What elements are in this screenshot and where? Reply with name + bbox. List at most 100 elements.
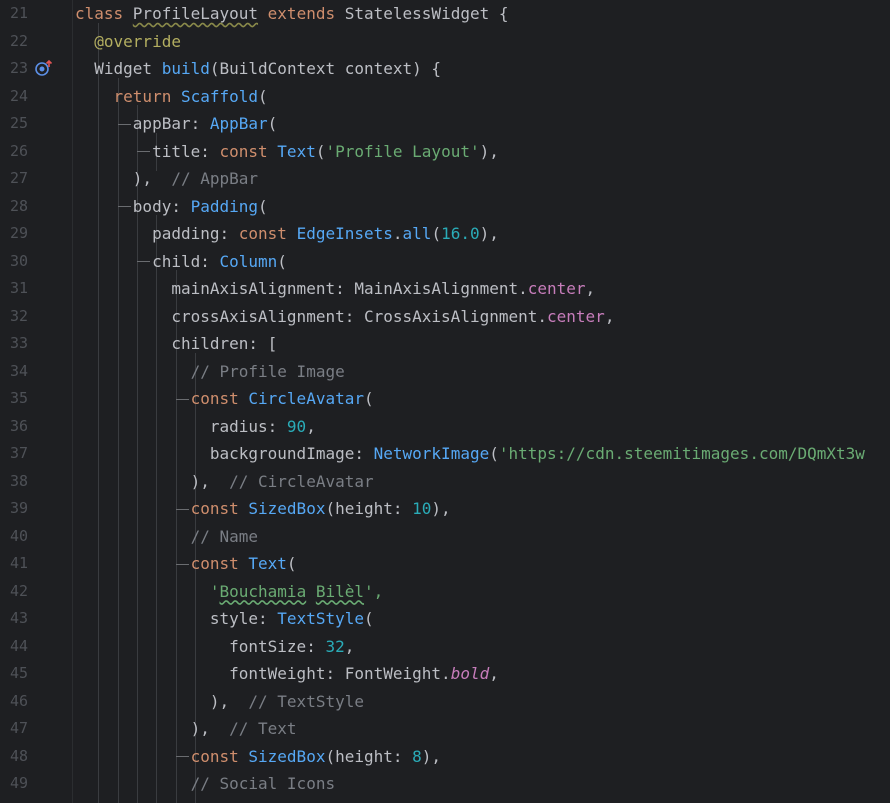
line-number[interactable]: 22 xyxy=(0,28,28,56)
code-token: (height: xyxy=(325,746,413,766)
line-number[interactable]: 26 xyxy=(0,138,28,166)
code-line[interactable]: const SizedBox(height: 10), xyxy=(75,495,451,523)
code-line[interactable]: style: TextStyle( xyxy=(75,605,374,633)
code-line[interactable]: return Scaffold( xyxy=(75,83,268,111)
line-number[interactable]: 30 xyxy=(0,248,28,276)
line-number[interactable]: 28 xyxy=(0,193,28,221)
code-token: ), xyxy=(75,471,230,491)
code-line[interactable]: ), // Text xyxy=(75,715,297,743)
code-token: CircleAvatar xyxy=(248,389,364,408)
line-number[interactable]: 33 xyxy=(0,330,28,358)
code-token: ProfileLayout xyxy=(132,4,259,23)
line-number[interactable]: 31 xyxy=(0,275,28,303)
code-token: Padding xyxy=(190,196,259,216)
line-number[interactable]: 41 xyxy=(0,550,28,578)
line-number[interactable]: 27 xyxy=(0,165,28,193)
line-number[interactable]: 49 xyxy=(0,770,28,798)
code-token: ( xyxy=(258,196,268,216)
line-number[interactable]: 44 xyxy=(0,633,28,661)
code-line[interactable]: children: [ xyxy=(75,330,277,358)
code-token: ( xyxy=(431,224,442,243)
code-line[interactable]: ), // CircleAvatar xyxy=(75,468,374,496)
line-number[interactable]: 34 xyxy=(0,358,28,386)
line-number[interactable]: 37 xyxy=(0,440,28,468)
code-token: class xyxy=(75,4,133,23)
code-token: build xyxy=(161,59,210,78)
code-line[interactable]: body: Padding( xyxy=(75,193,268,221)
code-token: // AppBar xyxy=(171,169,259,188)
code-line[interactable]: fontWeight: FontWeight.bold, xyxy=(75,660,499,688)
code-token: Bouchamia xyxy=(219,581,307,601)
line-number[interactable]: 47 xyxy=(0,715,28,743)
code-token: AppBar xyxy=(209,114,268,133)
line-number[interactable]: 21 xyxy=(0,0,28,28)
code-token: backgroundImage: xyxy=(75,444,374,463)
code-line[interactable]: mainAxisAlignment: MainAxisAlignment.cen… xyxy=(75,275,595,303)
code-token: ), xyxy=(75,719,230,738)
code-token: // Social Icons xyxy=(190,774,336,793)
code-line[interactable]: Widget build(BuildContext context) { xyxy=(75,55,441,83)
code-line[interactable]: @override xyxy=(75,28,181,56)
code-line[interactable]: appBar: AppBar( xyxy=(75,110,278,138)
code-token: 10 xyxy=(412,499,432,518)
code-line[interactable]: padding: const EdgeInsets.all(16.0), xyxy=(75,220,499,248)
code-line[interactable]: const Text( xyxy=(75,550,297,578)
code-token: // TextStyle xyxy=(248,691,364,711)
line-number[interactable]: 35 xyxy=(0,385,28,413)
line-number[interactable]: 38 xyxy=(0,468,28,496)
code-token: ( xyxy=(267,114,278,133)
code-token: (BuildContext context) { xyxy=(209,59,442,78)
line-number[interactable]: 42 xyxy=(0,578,28,606)
code-token: Column xyxy=(219,251,278,271)
code-line[interactable]: const SizedBox(height: 8), xyxy=(75,743,441,771)
line-number[interactable]: 25 xyxy=(0,110,28,138)
code-token: style: xyxy=(75,609,278,628)
line-number[interactable]: 45 xyxy=(0,660,28,688)
code-line[interactable]: ), // AppBar xyxy=(75,165,258,193)
code-token: center xyxy=(547,306,605,326)
code-line[interactable]: 'Bouchamia Bilèl', xyxy=(75,578,383,606)
code-token: all xyxy=(402,224,432,243)
code-token: ', xyxy=(364,581,384,601)
code-line[interactable]: title: const Text('Profile Layout'), xyxy=(75,138,499,166)
code-token: ( xyxy=(277,251,287,271)
code-line[interactable]: class ProfileLayout extends StatelessWid… xyxy=(75,0,509,28)
line-number[interactable]: 24 xyxy=(0,83,28,111)
line-number[interactable]: 32 xyxy=(0,303,28,331)
code-line[interactable]: // Social Icons xyxy=(75,770,336,798)
line-number[interactable]: 46 xyxy=(0,688,28,716)
code-token: SizedBox xyxy=(248,499,326,518)
override-method-icon[interactable] xyxy=(34,55,54,83)
code-token: ), xyxy=(479,141,499,161)
code-token: return xyxy=(113,86,181,106)
code-line[interactable]: // Name xyxy=(75,523,258,551)
line-number[interactable]: 48 xyxy=(0,743,28,771)
line-number[interactable]: 43 xyxy=(0,605,28,633)
code-token: ( xyxy=(489,444,499,463)
code-line[interactable]: // Profile Image xyxy=(75,358,345,386)
code-token: appBar: xyxy=(75,114,210,133)
code-token: extends xyxy=(258,4,345,23)
line-number[interactable]: 23 xyxy=(0,55,28,83)
code-token: ( xyxy=(258,86,268,106)
line-number[interactable]: 39 xyxy=(0,495,28,523)
code-line[interactable]: crossAxisAlignment: CrossAxisAlignment.c… xyxy=(75,303,614,331)
code-line[interactable]: ), // TextStyle xyxy=(75,688,364,716)
code-line[interactable]: radius: 90, xyxy=(75,413,316,441)
line-number[interactable]: 40 xyxy=(0,523,28,551)
code-line[interactable]: const CircleAvatar( xyxy=(75,385,374,413)
code-token: bold xyxy=(450,664,490,683)
code-token: mainAxisAlignment: MainAxisAlignment. xyxy=(75,279,528,298)
line-number[interactable]: 36 xyxy=(0,413,28,441)
line-number-gutter[interactable]: 21 22 23 24 25 26 27 28 29 30 31 32 33 34 35 36 37 38 39 40… xyxy=(0,0,72,803)
code-editor[interactable]: 21 22 23 24 25 26 27 28 29 30 31 32 33 34 35 36 37 38 39 40… xyxy=(0,0,890,803)
code-line[interactable]: child: Column( xyxy=(75,248,287,276)
code-line[interactable]: backgroundImage: NetworkImage('https://c… xyxy=(75,440,865,468)
code-token: , xyxy=(585,279,596,298)
line-number[interactable]: 29 xyxy=(0,220,28,248)
code-line[interactable]: fontSize: 32, xyxy=(75,633,354,661)
code-token: child: xyxy=(75,251,220,271)
